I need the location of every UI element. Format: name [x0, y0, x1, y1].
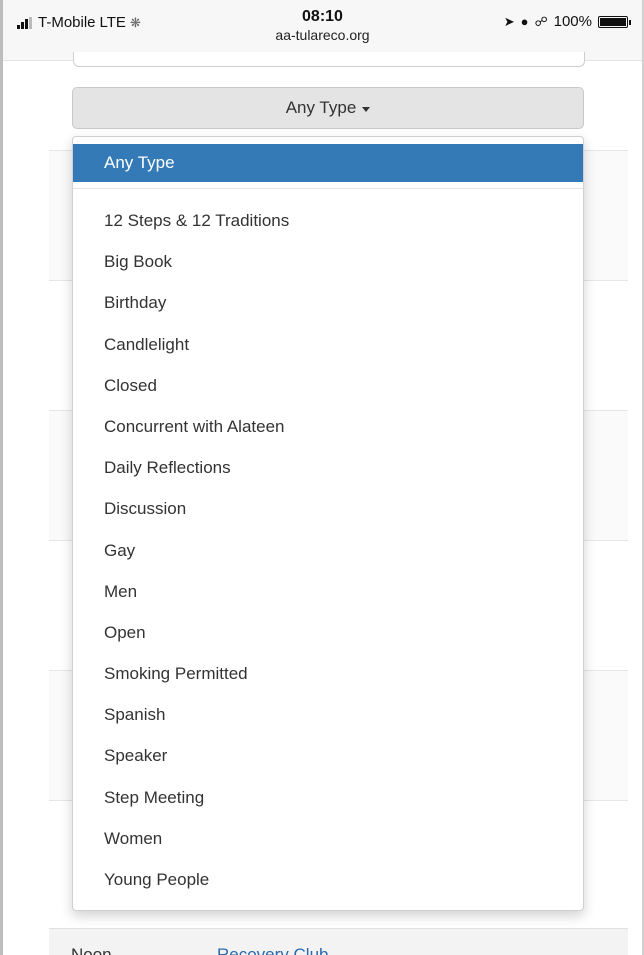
battery-icon [598, 15, 631, 28]
menu-item-any-type[interactable]: Any Type [73, 144, 583, 182]
battery-percent: 100% [553, 13, 592, 30]
menu-item-type-option[interactable]: Discussion [73, 488, 583, 529]
menu-item-type-option[interactable]: Open [73, 612, 583, 653]
type-options-list: 12 Steps & 12 Traditions Big Book Birthday… [73, 200, 583, 900]
meeting-location-link[interactable]: Recovery Club [217, 945, 329, 955]
menu-item-type-option[interactable]: Daily Reflections [73, 447, 583, 488]
menu-item-type-option[interactable]: Speaker [73, 735, 583, 776]
search-field-edge[interactable] [73, 52, 585, 67]
menu-item-type-option[interactable]: Big Book [73, 241, 583, 282]
menu-item-type-option[interactable]: Gay [73, 530, 583, 571]
phone-screen: T-Mobile LTE ❋ 08:10 aa-tulareco.org ➤ ●… [0, 0, 644, 955]
menu-item-type-option[interactable]: Concurrent with Alateen [73, 406, 583, 447]
menu-item-type-option[interactable]: Step Meeting [73, 777, 583, 818]
status-right: ➤ ● ☍ 100% [503, 13, 631, 30]
menu-item-type-option[interactable]: 12 Steps & 12 Traditions [73, 200, 583, 241]
location-icon: ➤ [503, 13, 515, 29]
menu-item-type-option[interactable]: Spanish [73, 694, 583, 735]
menu-item-type-option[interactable]: Smoking Permitted [73, 653, 583, 694]
alarm-icon: ● [520, 14, 529, 29]
menu-divider [73, 188, 583, 189]
menu-item-type-option[interactable]: Women [73, 818, 583, 859]
type-filter-toggle[interactable]: Any Type [72, 87, 584, 129]
menu-item-type-option[interactable]: Young People [73, 859, 583, 900]
type-filter-label: Any Type [285, 98, 357, 117]
menu-item-type-option[interactable]: Candlelight [73, 324, 583, 365]
menu-item-type-option[interactable]: Birthday [73, 282, 583, 323]
type-dropdown-menu: Any Type 12 Steps & 12 Traditions Big Boo… [72, 136, 584, 911]
headphones-icon: ☍ [534, 13, 548, 29]
menu-item-type-option[interactable]: Men [73, 571, 583, 612]
caret-down-icon [362, 106, 371, 112]
menu-item-type-option[interactable]: Closed [73, 365, 583, 406]
meeting-row-partial[interactable]: Noon Recovery Club [49, 928, 628, 955]
meeting-time: Noon [71, 945, 112, 955]
